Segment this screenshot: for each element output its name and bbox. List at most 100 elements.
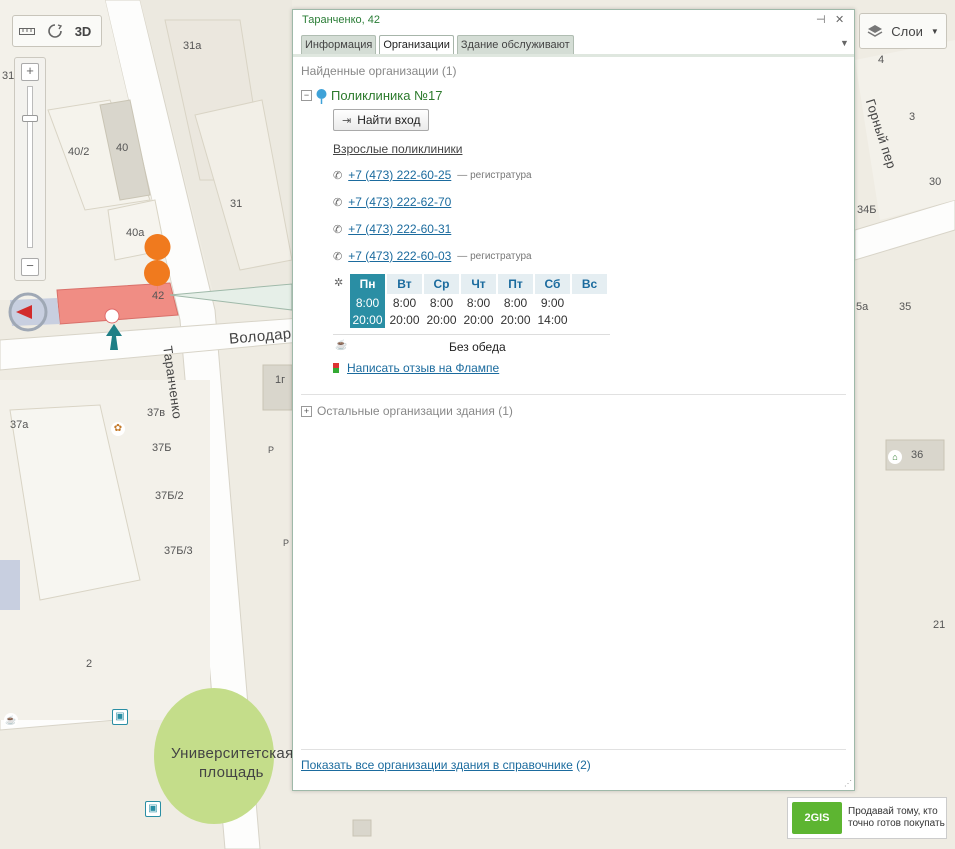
open-time [572,294,607,311]
phone-icon: ✆ [333,223,343,236]
divider [301,749,846,750]
building-number: 36 [911,449,924,461]
pin-icon[interactable]: ⊣ [816,13,826,26]
building-number: 1г [275,374,286,386]
building-number: 31 [230,198,243,210]
3d-mode-button[interactable]: 3D [69,16,97,46]
find-entrance-button[interactable]: ⇥ Найти вход [333,109,430,131]
chevron-down-icon: ▼ [930,26,939,36]
ad-banner[interactable]: 2GIS Продавай тому, кто точно готов поку… [787,797,947,839]
building-number: 40 [116,142,129,154]
zoom-slider-handle[interactable] [22,115,38,122]
cafe-icon[interactable]: ☕ [4,713,18,727]
phone-icon: ✆ [333,169,343,182]
building-number: 40/2 [68,146,90,158]
flamp-review-link[interactable]: Написать отзыв на Флампе [347,361,499,375]
parking-label: Р [283,538,290,548]
building-number: 37Б/2 [155,490,184,502]
layers-icon [867,25,883,37]
clock-icon: ✲ [334,277,344,289]
find-entrance-label: Найти вход [357,113,421,127]
building-number: 30 [929,176,942,188]
other-organizations-label: Остальные организации здания (1) [317,404,513,418]
cup-icon: ☕ [335,340,348,351]
phone-note: — регистратура [457,250,532,262]
expand-toggle-icon[interactable]: + [301,405,312,417]
lunch-label: Без обеда [449,340,506,354]
schedule-table: Пн Вт Ср Чт Пт Сб Вс 8:00 8:00 8:00 8:00… [348,274,609,328]
resize-grip-icon[interactable]: ⋰ [844,779,852,788]
divider [301,394,846,395]
phone-row: ✆ +7 (473) 222-60-25 — регистратура [333,168,532,182]
found-organizations-header: Найденные организации (1) [301,64,457,78]
map-pin-icon [316,88,327,104]
poi-icon[interactable]: ✿ [111,422,125,436]
building-number: 37в [147,407,166,419]
show-all-link[interactable]: Показать все организации здания в справо… [301,758,573,772]
zoom-in-button[interactable]: + [21,63,39,81]
building-number: 5а [856,301,869,313]
day-fri: Пт [498,274,533,294]
day-sat: Сб [535,274,570,294]
phone-link[interactable]: +7 (473) 222-60-25 [348,168,451,182]
close-time: 20:00 [500,312,531,327]
entrance-icon: ⇥ [342,114,352,127]
building-number: 3 [909,111,916,123]
phone-row: ✆ +7 (473) 222-62-70 [333,195,451,209]
collapse-toggle-icon[interactable]: − [301,90,312,101]
organization-category[interactable]: Взрослые поликлиники [333,142,462,156]
layers-label: Слои [891,23,923,39]
close-time: 20:00 [463,312,494,327]
show-all-row: Показать все организации здания в справо… [301,758,591,772]
zoom-out-button[interactable]: − [21,258,39,276]
day-mon: Пн [350,274,385,294]
phone-link[interactable]: +7 (473) 222-62-70 [348,195,451,209]
open-time: 8:00 [466,295,491,310]
bus-stop-icon[interactable]: ▣ [145,801,161,817]
tab-info[interactable]: Информация [301,35,377,54]
show-all-count: (2) [576,758,591,772]
place-label-line2: площадь [199,764,264,781]
close-icon[interactable]: ✕ [835,13,844,26]
zoom-control: + − [14,57,46,281]
close-time: 20:00 [426,312,457,327]
banner-text: Продавай тому, кто точно готов покупать [848,806,945,830]
bus-stop-icon[interactable]: ▣ [112,709,128,725]
tab-underline [293,54,854,57]
open-time: 9:00 [540,295,565,310]
building-number: 31 [2,70,15,82]
tab-building-services[interactable]: Здание обслуживают [456,35,574,54]
organization-name[interactable]: Поликлиника №17 [331,88,442,103]
collapse-icon[interactable]: ▼ [840,38,849,48]
building-number: 37Б [152,442,172,454]
open-time: 8:00 [392,295,417,310]
building-number: 42 [152,290,165,302]
day-tue: Вт [387,274,422,294]
ruler-icon[interactable] [13,16,41,46]
phone-link[interactable]: +7 (473) 222-60-31 [348,222,451,236]
layers-button[interactable]: Слои ▼ [859,13,947,49]
other-organizations[interactable]: + Остальные организации здания (1) [301,404,513,418]
day-thu: Чт [461,274,496,294]
working-hours: ✲ Пн Вт Ср Чт Пт Сб Вс 8:00 8:00 8:00 8:… [334,274,609,328]
museum-icon[interactable]: ⌂ [888,450,902,464]
building-number: 21 [933,619,946,631]
building-number: 34Б [857,204,877,216]
building-number: 4 [878,54,885,66]
close-time [572,311,607,328]
building-number: 35 [899,301,912,313]
tab-organizations[interactable]: Организации [379,35,454,54]
phone-icon: ✆ [333,250,343,263]
phone-link[interactable]: +7 (473) 222-60-03 [348,249,451,263]
phone-row: ✆ +7 (473) 222-60-03 — регистратура [333,249,532,263]
close-time: 20:00 [389,312,420,327]
rotate-icon[interactable] [41,16,69,46]
phone-icon: ✆ [333,196,343,209]
building-number: 37а [10,419,29,431]
open-time: 8:00 [429,295,454,310]
building-info-panel: Таранченко, 42 ⊣ ✕ ▼ Информация Организа… [292,9,855,791]
building-number: 40а [126,227,145,239]
panel-title: Таранченко, 42 [302,14,380,26]
building-number: 31а [183,40,202,52]
zoom-slider[interactable] [27,86,33,248]
